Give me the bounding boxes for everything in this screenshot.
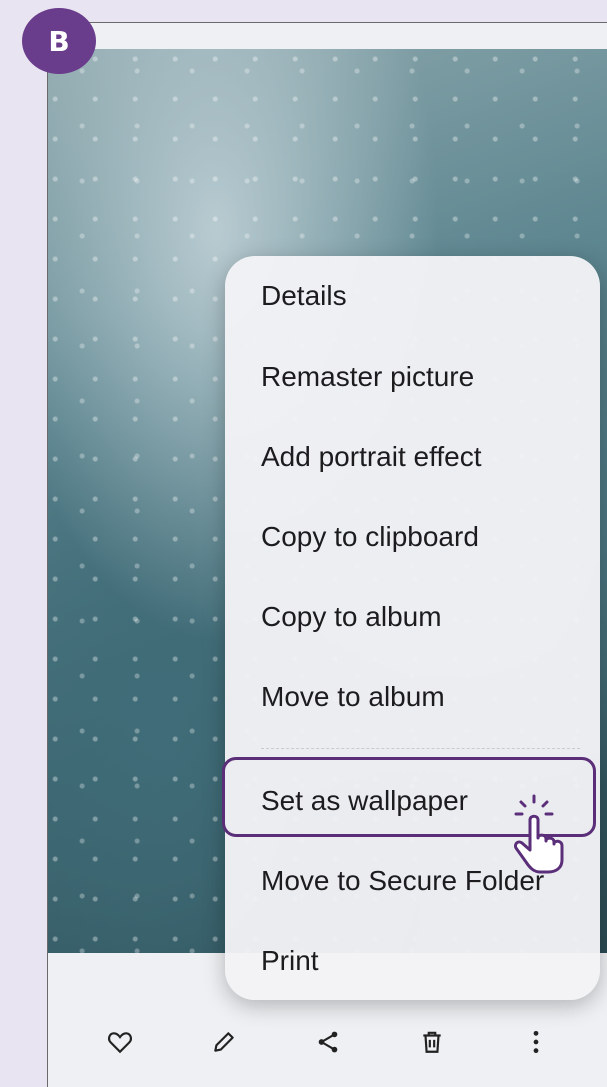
menu-item-copy-to-album[interactable]: Copy to album — [225, 577, 600, 657]
share-icon[interactable] — [306, 1020, 350, 1064]
menu-item-print[interactable]: Print — [225, 921, 600, 1001]
heart-icon[interactable] — [98, 1020, 142, 1064]
hand-cursor-icon — [508, 790, 570, 879]
bottom-toolbar — [48, 997, 607, 1087]
context-menu: Details Remaster picture Add portrait ef… — [225, 256, 600, 1000]
menu-item-remaster-picture[interactable]: Remaster picture — [225, 337, 600, 417]
menu-item-add-portrait-effect[interactable]: Add portrait effect — [225, 417, 600, 497]
menu-divider — [261, 748, 580, 749]
edit-icon[interactable] — [202, 1020, 246, 1064]
step-badge: B — [22, 8, 96, 74]
menu-item-move-to-album[interactable]: Move to album — [225, 657, 600, 737]
status-area — [48, 23, 607, 49]
more-icon[interactable] — [514, 1020, 558, 1064]
delete-icon[interactable] — [410, 1020, 454, 1064]
menu-item-copy-to-clipboard[interactable]: Copy to clipboard — [225, 497, 600, 577]
menu-item-details[interactable]: Details — [225, 256, 600, 336]
